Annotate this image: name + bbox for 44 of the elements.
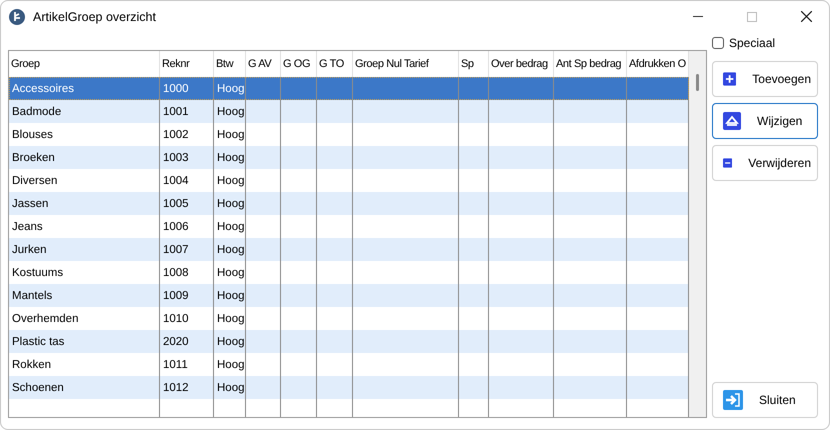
plus-icon [723, 70, 736, 88]
app-logo-icon [9, 8, 25, 24]
table-row[interactable]: Mantels 1009 Hoog [9, 284, 689, 307]
table-cell: 2020 [160, 330, 214, 353]
table-cell: Badmode [9, 100, 160, 123]
table-row[interactable]: Jassen 1005 Hoog [9, 192, 689, 215]
table-cell: Schoenen [9, 376, 160, 399]
maximize-icon[interactable] [747, 12, 757, 22]
table-cell: Hoog [214, 100, 246, 123]
table-cell: Hoog [214, 238, 246, 261]
minimize-icon[interactable] [693, 16, 703, 17]
table-cell: 1003 [160, 146, 214, 169]
action-button[interactable]: Toevoegen [712, 61, 818, 97]
table-row[interactable]: Broeken 1003 Hoog [9, 146, 689, 169]
table-cell: 1009 [160, 284, 214, 307]
window-title: ArtikelGroep overzicht [33, 10, 157, 24]
table-cell: 1005 [160, 192, 214, 215]
table-cell: Hoog [214, 330, 246, 353]
table-cell: Hoog [214, 192, 246, 215]
table-row[interactable]: Jurken 1007 Hoog [9, 238, 689, 261]
table-cell: Plastic tas [9, 330, 160, 353]
table-cell: Jassen [9, 192, 160, 215]
table-cell: 1007 [160, 238, 214, 261]
checkbox[interactable] [712, 37, 724, 49]
table-cell: Hoog [214, 376, 246, 399]
close-icon[interactable] [800, 11, 812, 22]
table-cell: Broeken [9, 146, 160, 169]
table-cell: 1012 [160, 376, 214, 399]
table-cell: Hoog [214, 284, 246, 307]
table-row[interactable]: Plastic tas 2020 Hoog [9, 330, 689, 353]
exit-icon [723, 390, 743, 410]
table-cell: 1001 [160, 100, 214, 123]
action-button[interactable]: Wijzigen [712, 103, 818, 139]
action-button[interactable]: Verwijderen [712, 145, 818, 181]
table-row[interactable]: Schoenen 1012 Hoog [9, 376, 689, 399]
eject-icon [723, 112, 741, 130]
table-cell: Mantels [9, 284, 160, 307]
scrollbar[interactable] [689, 51, 706, 417]
close-button[interactable]: Sluiten [712, 382, 818, 418]
table-cell: Hoog [214, 146, 246, 169]
table-cell: Jurken [9, 238, 160, 261]
checkbox-label: Speciaal [729, 36, 776, 50]
table-row[interactable]: Badmode 1001 Hoog [9, 100, 689, 123]
table-row[interactable]: Accessoires 1000 Hoog [9, 77, 689, 100]
